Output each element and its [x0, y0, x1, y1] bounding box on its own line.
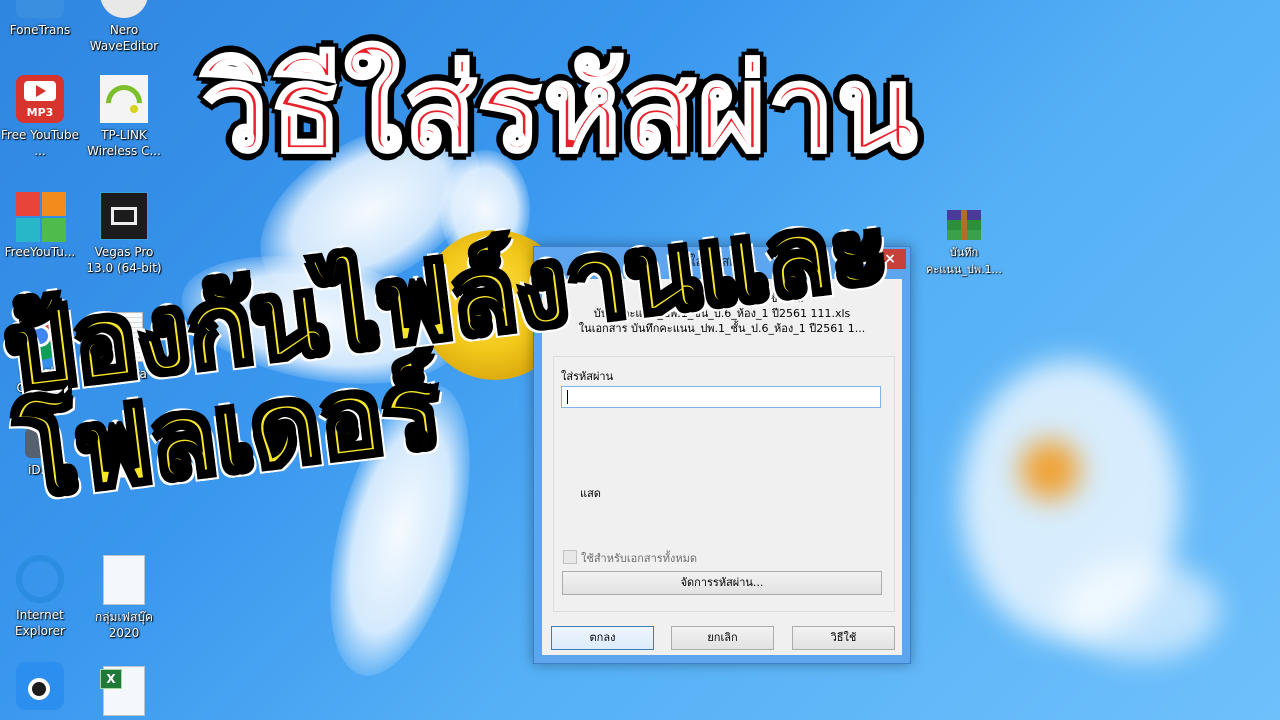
nero-waveeditor-icon	[100, 0, 148, 18]
desktop-icon-label: Free YouTube ...	[0, 128, 80, 158]
itools-icon	[16, 662, 64, 710]
blurred-petal	[1060, 560, 1220, 660]
apply-all-label: ใช้สำหรับเอกสารทั้งหมด	[581, 552, 697, 565]
desktop-icon-freeyoutube[interactable]: FreeYouTu...	[0, 192, 80, 260]
desktop-icon-facebook-group-2020[interactable]: กลุ่มเฟสบุ๊ค 2020	[84, 555, 164, 641]
manage-passwords-button[interactable]: จัดการรหัสผ่าน...	[562, 571, 882, 595]
excel-file-icon: X	[100, 666, 145, 716]
desktop-icon-label: FoneTrans	[9, 23, 71, 37]
freeyoutube-icon	[16, 192, 66, 242]
thumbnail-title: วิธีใส่รหัสผ่าน	[200, 40, 920, 178]
desktop-icon-label: Vegas Pro 13.0 (64-bit)	[86, 245, 162, 275]
fonetrans-icon	[16, 0, 64, 18]
desktop-icon-internet-explorer[interactable]: Internet Explorer	[0, 555, 80, 639]
desktop-icon-label: กลุ่มเฟสบุ๊ค 2020	[94, 610, 154, 640]
desktop-icon-free-youtube-mp3[interactable]: MP3 Free YouTube ...	[0, 75, 80, 159]
ok-button[interactable]: ตกลง	[551, 626, 654, 650]
internet-explorer-icon	[16, 555, 64, 603]
free-youtube-mp3-icon: MP3	[16, 75, 64, 123]
cancel-button[interactable]: ยกเลิก	[671, 626, 774, 650]
apply-all-checkbox[interactable]	[563, 550, 577, 564]
vegas-pro-icon	[100, 192, 148, 240]
excel-file-icon	[103, 555, 145, 605]
show-password-label: แสด	[580, 487, 601, 500]
desktop-icon-fonetrans[interactable]: FoneTrans	[0, 0, 80, 38]
desktop-icon-label: FreeYouTu...	[4, 245, 76, 259]
desktop-icon-vegas-pro[interactable]: Vegas Pro 13.0 (64-bit)	[84, 192, 164, 276]
desktop-icon-tplink-wireless[interactable]: TP-LINK Wireless C...	[84, 75, 164, 159]
help-button[interactable]: วิธีใช้	[792, 626, 895, 650]
desktop-icon-label: Internet Explorer	[15, 608, 65, 638]
tplink-wireless-icon	[98, 75, 150, 129]
desktop-icon-label: Nero WaveEditor	[89, 23, 159, 53]
desktop-icon-label: TP-LINK Wireless C...	[87, 128, 161, 158]
desktop-icon-itools[interactable]	[0, 662, 80, 714]
desktop-icon-excel-file[interactable]: X	[84, 666, 164, 720]
blurred-flower-center	[1020, 440, 1080, 500]
desktop-icon-nero-waveeditor[interactable]: Nero WaveEditor	[84, 0, 164, 54]
